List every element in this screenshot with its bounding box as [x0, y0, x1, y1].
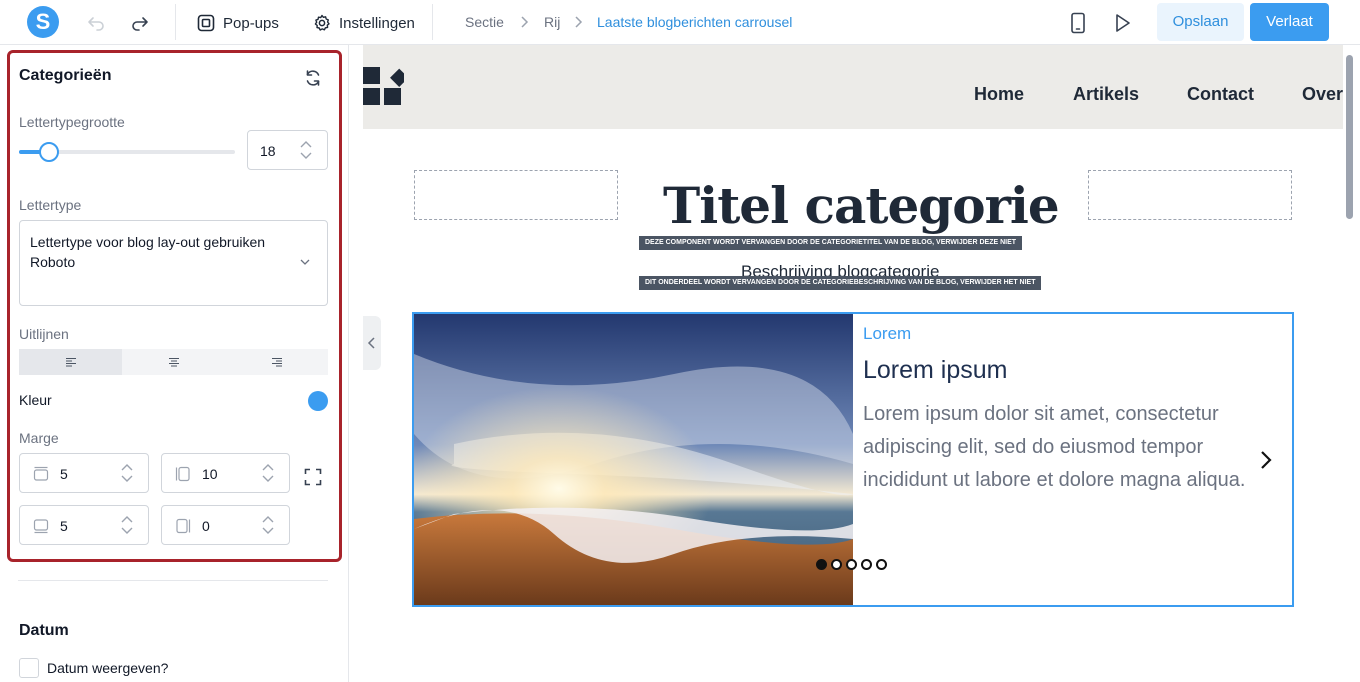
breadcrumb-current[interactable]: Laatste blogberichten carrousel [597, 14, 792, 30]
nav-link-articles[interactable]: Artikels [1073, 84, 1139, 105]
margin-top-icon [33, 466, 49, 481]
margin-left-icon [175, 466, 190, 482]
play-preview-icon[interactable] [1110, 11, 1134, 35]
margin-top-value: 5 [60, 466, 68, 482]
align-right-icon [271, 358, 282, 367]
font-label: Lettertype [19, 197, 82, 213]
show-date-checkbox[interactable] [19, 658, 39, 678]
margin-right-icon [176, 518, 191, 534]
slider-thumb[interactable] [39, 142, 60, 162]
title-note: DEZE COMPONENT WORDT VERVANGEN DOOR DE C… [639, 236, 1023, 250]
align-center-button[interactable] [122, 349, 225, 375]
color-label: Kleur [19, 392, 52, 408]
card-body: Lorem ipsum dolor sit amet, consectetur … [863, 403, 1246, 491]
stepper-icon[interactable] [261, 462, 275, 484]
show-date-label[interactable]: Datum weergeven? [47, 660, 168, 676]
popups-label: Pop-ups [223, 14, 279, 32]
align-left-icon [65, 358, 76, 367]
font-size-label: Lettertypegrootte [19, 114, 125, 130]
color-swatch[interactable] [308, 391, 328, 411]
breadcrumb-row[interactable]: Rij [544, 14, 560, 30]
expand-icon[interactable] [304, 468, 322, 486]
site-logo-icon[interactable] [363, 66, 404, 106]
site-navbar: Home Artikels Contact Over [363, 45, 1343, 129]
refresh-icon[interactable] [303, 68, 323, 88]
popups-button[interactable]: Pop-ups [197, 12, 279, 34]
margin-top-input[interactable]: 5 [19, 453, 149, 493]
carousel-dot[interactable] [876, 559, 887, 570]
margin-bottom-icon [33, 519, 49, 534]
align-left-button[interactable] [19, 349, 122, 375]
chevron-right-icon[interactable] [1259, 450, 1273, 470]
align-segmented-control [19, 349, 328, 375]
collapse-sidebar-button[interactable] [363, 316, 381, 370]
settings-sidebar: Categorieën Lettertypegrootte 18 Lettert… [0, 45, 349, 682]
undo-icon[interactable] [84, 11, 108, 35]
chevron-left-icon [367, 337, 375, 349]
align-label: Uitlijnen [19, 326, 69, 342]
placeholder-box-left[interactable] [414, 170, 618, 220]
popup-icon [197, 14, 215, 32]
font-size-value: 18 [260, 143, 276, 159]
carousel-dot[interactable] [861, 559, 872, 570]
beach-sunset-image [414, 314, 853, 605]
stepper-icon[interactable] [261, 514, 275, 536]
margin-label: Marge [19, 430, 59, 446]
redo-icon[interactable] [128, 11, 152, 35]
page-canvas: Home Artikels Contact Over Titel categor… [363, 45, 1343, 682]
card-category[interactable]: Lorem [863, 324, 911, 344]
margin-right-input[interactable]: 0 [161, 505, 290, 545]
stepper-icon[interactable] [299, 139, 313, 161]
chevron-down-icon [300, 259, 310, 265]
breadcrumb-section[interactable]: Sectie [465, 14, 504, 30]
carousel-dot[interactable] [846, 559, 857, 570]
gear-icon [314, 14, 330, 31]
settings-label: Instellingen [339, 14, 415, 32]
description-note: DIT ONDERDEEL WORDT VERVANGEN DOOR DE CA… [639, 276, 1042, 290]
font-size-input[interactable]: 18 [247, 130, 328, 170]
section-divider [18, 580, 328, 581]
leave-button[interactable]: Verlaat [1250, 3, 1329, 41]
font-select-value: Roboto [30, 254, 76, 270]
carousel-dot[interactable] [816, 559, 827, 570]
settings-button[interactable]: Instellingen [313, 12, 415, 34]
nav-link-about[interactable]: Over [1302, 84, 1343, 105]
margin-left-value: 10 [202, 466, 218, 482]
app-logo[interactable]: S [27, 6, 59, 38]
panel-title: Categorieën [19, 67, 112, 84]
margin-bottom-input[interactable]: 5 [19, 505, 149, 545]
stepper-icon[interactable] [120, 514, 134, 536]
placeholder-box-right[interactable] [1088, 170, 1292, 220]
carousel-dots [816, 559, 887, 570]
card-title[interactable]: Lorem ipsum [863, 356, 1008, 385]
chevron-right-icon [575, 16, 583, 28]
nav-link-contact[interactable]: Contact [1187, 84, 1254, 105]
font-select[interactable]: Lettertype voor blog lay-out gebruiken R… [19, 220, 328, 306]
categories-panel: Categorieën Lettertypegrootte 18 Lettert… [7, 50, 342, 562]
nav-link-home[interactable]: Home [974, 84, 1024, 105]
save-button[interactable]: Opslaan [1157, 3, 1244, 41]
stepper-icon[interactable] [120, 462, 134, 484]
margin-bottom-value: 5 [60, 518, 68, 534]
align-center-icon [168, 358, 179, 367]
align-right-button[interactable] [225, 349, 328, 375]
mobile-preview-icon[interactable] [1066, 11, 1090, 35]
toolbar-divider [432, 4, 433, 40]
date-section-title: Datum [19, 622, 69, 639]
category-title[interactable]: Titel categorie [663, 176, 1060, 235]
blog-carousel[interactable]: Lorem Lorem ipsum Lorem ipsum dolor sit … [412, 312, 1294, 607]
margin-right-value: 0 [202, 518, 210, 534]
carousel-dot[interactable] [831, 559, 842, 570]
toolbar-divider [175, 4, 176, 40]
font-select-option: Lettertype voor blog lay-out gebruiken [30, 234, 266, 250]
margin-left-input[interactable]: 10 [161, 453, 290, 493]
chevron-right-icon [521, 16, 529, 28]
canvas-scrollbar[interactable] [1346, 55, 1353, 219]
top-toolbar: S Pop-ups Instellingen Sectie Rij Laatst… [0, 0, 1360, 45]
